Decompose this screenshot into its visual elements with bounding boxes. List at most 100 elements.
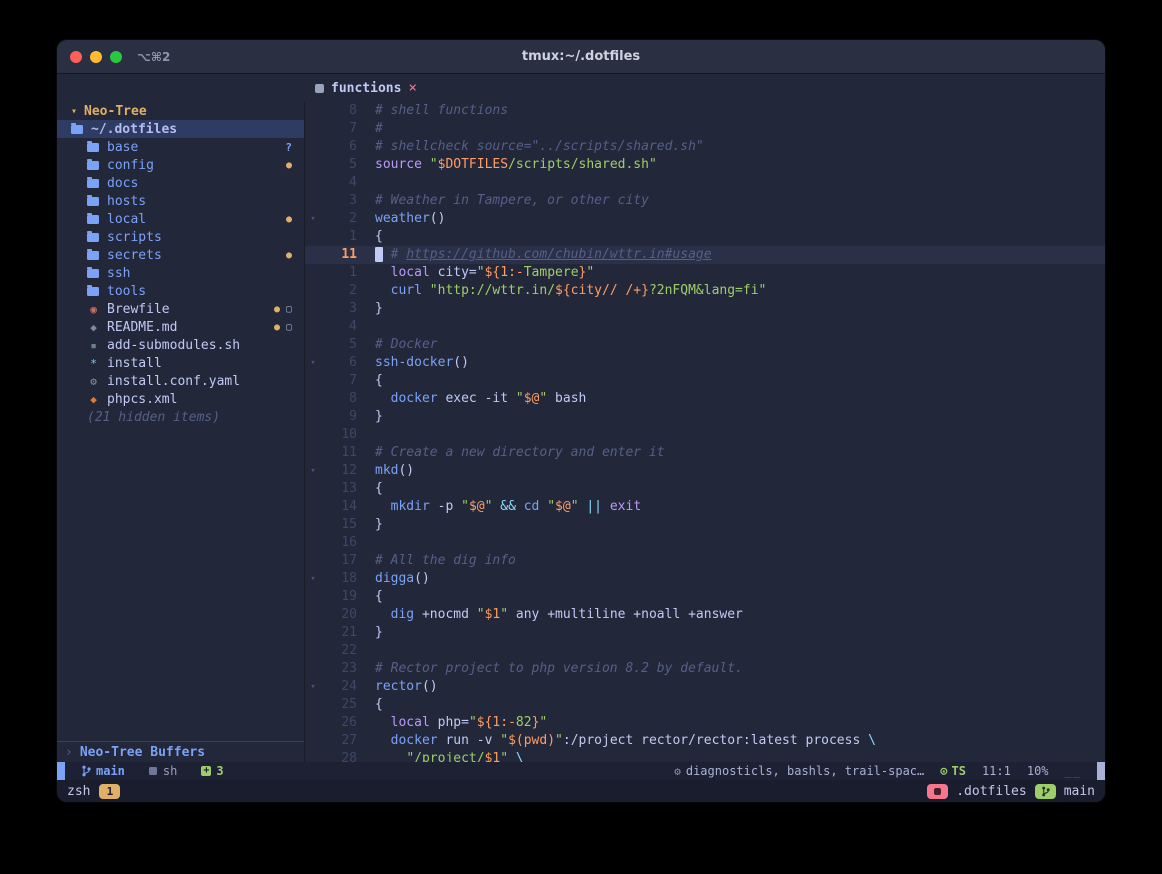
line-number: 8 — [321, 102, 357, 120]
line-number: 19 — [321, 588, 357, 606]
tree-item-install[interactable]: *install — [57, 354, 304, 372]
tree-item-base[interactable]: base? — [57, 138, 304, 156]
code-line[interactable]: 28 "/project/$1" \ — [305, 750, 1105, 762]
code-text: mkd() — [357, 462, 414, 480]
tmux-window-zsh[interactable]: zsh 1 — [67, 784, 120, 799]
code-line[interactable]: 23# Rector project to php version 8.2 by… — [305, 660, 1105, 678]
tree-item-hosts[interactable]: hosts — [57, 192, 304, 210]
code-line[interactable]: 1{ — [305, 228, 1105, 246]
minimize-window-button[interactable] — [90, 51, 102, 63]
code-line[interactable]: 11 # https://github.com/chubin/wttr.in#u… — [305, 246, 1105, 264]
fold-open-icon[interactable]: ▾ — [305, 354, 321, 372]
code-line[interactable]: ▾2weather() — [305, 210, 1105, 228]
tree-item-README.md[interactable]: ◆README.md●▢ — [57, 318, 304, 336]
titlebar[interactable]: ⌥⌘2 tmux:~/.dotfiles — [57, 40, 1105, 74]
neotree-header[interactable]: ▾ Neo-Tree — [57, 102, 304, 120]
code-token: "/project/ — [406, 751, 484, 762]
line-number: 5 — [321, 156, 357, 174]
tree-item-tools[interactable]: tools — [57, 282, 304, 300]
code-line[interactable]: 3# Weather in Tampere, or other city — [305, 192, 1105, 210]
code-line[interactable]: 5source "$DOTFILES/scripts/shared.sh" — [305, 156, 1105, 174]
tree-item-phpcs.xml[interactable]: ◆phpcs.xml — [57, 390, 304, 408]
code-line[interactable]: 19{ — [305, 588, 1105, 606]
code-line[interactable]: 1 local city="${1:-Tampere}" — [305, 264, 1105, 282]
code-line[interactable]: ▾18digga() — [305, 570, 1105, 588]
code-line[interactable]: 20 dig +nocmd "$1" any +multiline +noall… — [305, 606, 1105, 624]
tree-item-secrets[interactable]: secrets● — [57, 246, 304, 264]
fold-open-icon[interactable]: ▾ — [305, 210, 321, 228]
code-line[interactable]: 21} — [305, 624, 1105, 642]
close-window-button[interactable] — [70, 51, 82, 63]
folder-icon — [87, 233, 99, 242]
tree-item-add-submodules.sh[interactable]: ▪add-submodules.sh — [57, 336, 304, 354]
line-number: 3 — [321, 300, 357, 318]
code-line[interactable]: 26 local php="${1:-82}" — [305, 714, 1105, 732]
fold-column — [305, 282, 321, 300]
code-line[interactable]: 10 — [305, 426, 1105, 444]
neotree-buffers-header[interactable]: › Neo-Tree Buffers — [57, 742, 304, 762]
code-line[interactable]: 7# — [305, 120, 1105, 138]
code-line[interactable]: 4 — [305, 174, 1105, 192]
tree-item-local[interactable]: local● — [57, 210, 304, 228]
code-line[interactable]: 25{ — [305, 696, 1105, 714]
code-token: { — [375, 481, 383, 496]
code-line[interactable]: 15} — [305, 516, 1105, 534]
code-line[interactable]: 2 curl "http://wttr.in/${city// /+}?2nFQ… — [305, 282, 1105, 300]
code-line[interactable]: 17# All the dig info — [305, 552, 1105, 570]
tree-item-label: scripts — [107, 230, 162, 245]
tree-item-label: ssh — [107, 266, 130, 281]
code-line[interactable]: 14 mkdir -p "$@" && cd "$@" || exit — [305, 498, 1105, 516]
code-line[interactable]: 8 docker exec -it "$@" bash — [305, 390, 1105, 408]
code-token: { — [375, 229, 383, 244]
tab-close-icon[interactable]: × — [408, 80, 416, 96]
fold-open-icon[interactable]: ▾ — [305, 678, 321, 696]
code-line[interactable]: 9} — [305, 408, 1105, 426]
fold-open-icon[interactable]: ▾ — [305, 570, 321, 588]
code-line[interactable]: ▾24rector() — [305, 678, 1105, 696]
folder-open-icon — [71, 125, 83, 134]
fold-open-icon[interactable]: ▾ — [305, 462, 321, 480]
tree-item-Brewfile[interactable]: ◉Brewfile●▢ — [57, 300, 304, 318]
tmux-git-icon — [1035, 784, 1056, 799]
code-line[interactable]: 16 — [305, 534, 1105, 552]
mode-indicator — [57, 762, 65, 780]
tree-item-scripts[interactable]: scripts — [57, 228, 304, 246]
code-line[interactable]: ▾12mkd() — [305, 462, 1105, 480]
code-line[interactable]: 6# shellcheck source="../scripts/shared.… — [305, 138, 1105, 156]
tree-root-dotfiles[interactable]: ~/.dotfiles — [57, 120, 304, 138]
editor-pane[interactable]: 8# shell functions7#6# shellcheck source… — [305, 102, 1105, 762]
tree-item-config[interactable]: config● — [57, 156, 304, 174]
code-line[interactable]: 3} — [305, 300, 1105, 318]
code-token: any +multiline +noall +answer — [508, 607, 743, 622]
code-token: ${1:- — [485, 265, 524, 280]
code-line[interactable]: 27 docker run -v "$(pwd)":/project recto… — [305, 732, 1105, 750]
code-line[interactable]: 22 — [305, 642, 1105, 660]
code-line[interactable]: 11# Create a new directory and enter it — [305, 444, 1105, 462]
code-line[interactable]: 7{ — [305, 372, 1105, 390]
folder-icon — [87, 269, 99, 278]
tree-item-docs[interactable]: docs — [57, 174, 304, 192]
code-text: # shell functions — [357, 102, 508, 120]
line-number: 22 — [321, 642, 357, 660]
tree-item-label: install — [107, 356, 162, 371]
code-line[interactable]: 5# Docker — [305, 336, 1105, 354]
folder-icon — [934, 788, 941, 795]
git-branch-icon — [81, 765, 91, 777]
tree-item-ssh[interactable]: ssh — [57, 264, 304, 282]
fold-column — [305, 444, 321, 462]
code-text: # Rector project to php version 8.2 by d… — [357, 660, 743, 678]
fold-column — [305, 696, 321, 714]
bufferline: functions × — [57, 74, 1105, 102]
code-line[interactable]: 4 — [305, 318, 1105, 336]
line-number: 12 — [321, 462, 357, 480]
code-line[interactable]: 8# shell functions — [305, 102, 1105, 120]
code-token: -p — [430, 499, 461, 514]
tab-functions[interactable]: functions × — [315, 80, 417, 96]
code-token: " — [469, 715, 477, 730]
chevron-right-icon: › — [65, 745, 73, 760]
tree-item-install.conf.yaml[interactable]: ⚙install.conf.yaml — [57, 372, 304, 390]
zoom-window-button[interactable] — [110, 51, 122, 63]
code-line[interactable]: ▾6ssh-docker() — [305, 354, 1105, 372]
code-line[interactable]: 13{ — [305, 480, 1105, 498]
sh-icon: ▪ — [87, 339, 100, 352]
